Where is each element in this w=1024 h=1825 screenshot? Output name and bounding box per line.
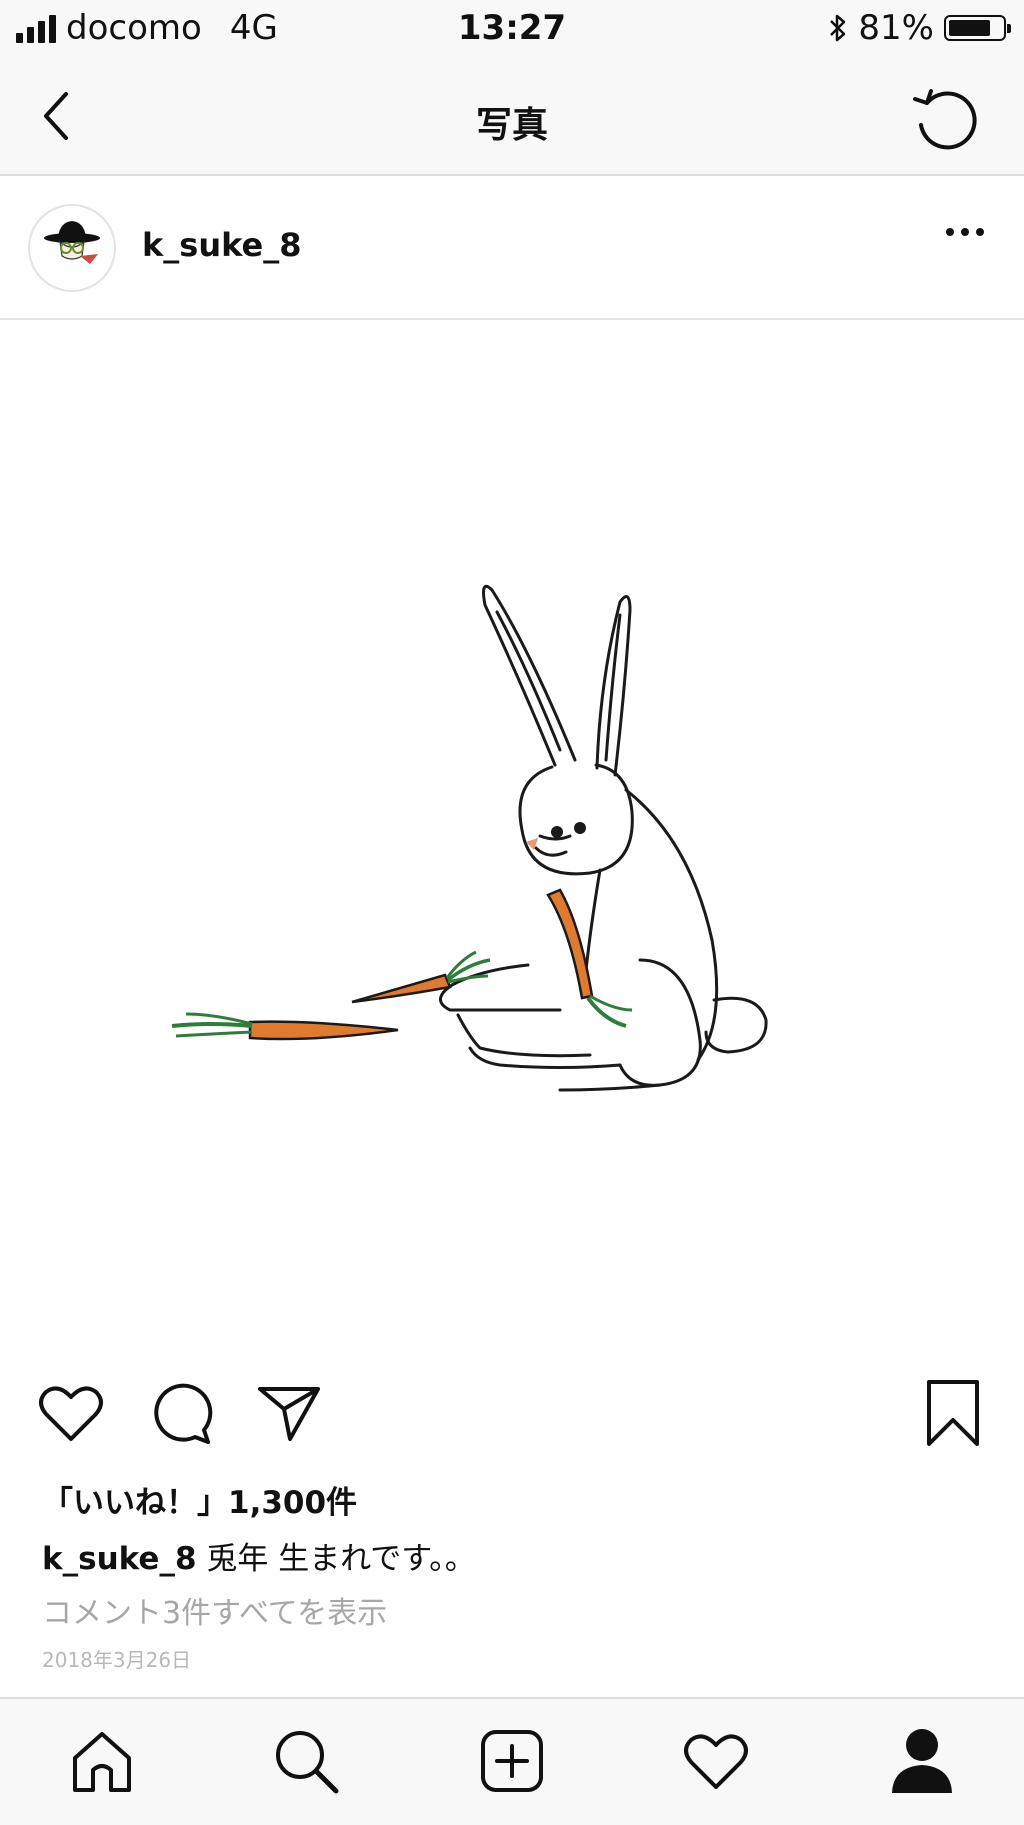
status-bar: docomo 4G 13:27 81% [0, 0, 1024, 60]
view-comments-link[interactable]: コメント3件すべてを表示 [42, 1588, 387, 1632]
page-title: 写真 [475, 105, 548, 146]
caption: k_suke_8 兎年 生まれです。。 [42, 1533, 476, 1578]
tab-home[interactable] [62, 1721, 142, 1801]
home-icon [73, 1732, 131, 1792]
refresh-button[interactable] [906, 76, 986, 156]
avatar[interactable] [28, 204, 116, 292]
tab-profile[interactable] [882, 1721, 962, 1801]
post-header: k_suke_8 [0, 176, 1024, 320]
share-button[interactable] [254, 1378, 324, 1448]
tab-search[interactable] [266, 1721, 346, 1801]
like-button[interactable] [36, 1378, 106, 1448]
add-post-icon [481, 1730, 543, 1792]
bluetooth-icon [830, 14, 846, 42]
tab-bar [0, 1697, 1024, 1825]
search-icon [276, 1731, 339, 1794]
battery-percent: 81% [858, 8, 934, 48]
tab-new-post[interactable] [472, 1721, 552, 1801]
heart-icon [39, 1386, 103, 1441]
post-username[interactable]: k_suke_8 [142, 226, 302, 264]
caption-username[interactable]: k_suke_8 [42, 1541, 197, 1577]
share-icon [258, 1387, 320, 1441]
action-row [0, 1370, 1024, 1470]
activity-heart-icon [684, 1734, 748, 1789]
nav-bar: 写真 [0, 60, 1024, 176]
save-button[interactable] [918, 1376, 988, 1450]
caption-text: 兎年 生まれです。。 [206, 1541, 476, 1577]
post-date: 2018年3月26日 [42, 1648, 192, 1672]
bookmark-icon [927, 1380, 979, 1446]
battery-icon [944, 15, 1011, 41]
status-right: 81% [828, 8, 1011, 48]
profile-icon [892, 1729, 952, 1793]
comment-button[interactable] [146, 1378, 216, 1448]
comment-icon [154, 1383, 213, 1444]
rabbit-carrot-illustration [171, 584, 768, 1092]
refresh-icon [913, 89, 977, 150]
like-count[interactable]: 「いいね！」1,300件 [42, 1477, 357, 1522]
post-photo[interactable] [0, 320, 1024, 1340]
more-options-button[interactable] [944, 224, 986, 243]
more-dots-icon [946, 228, 984, 236]
tab-activity[interactable] [676, 1721, 756, 1801]
avatar-icon [44, 221, 100, 264]
